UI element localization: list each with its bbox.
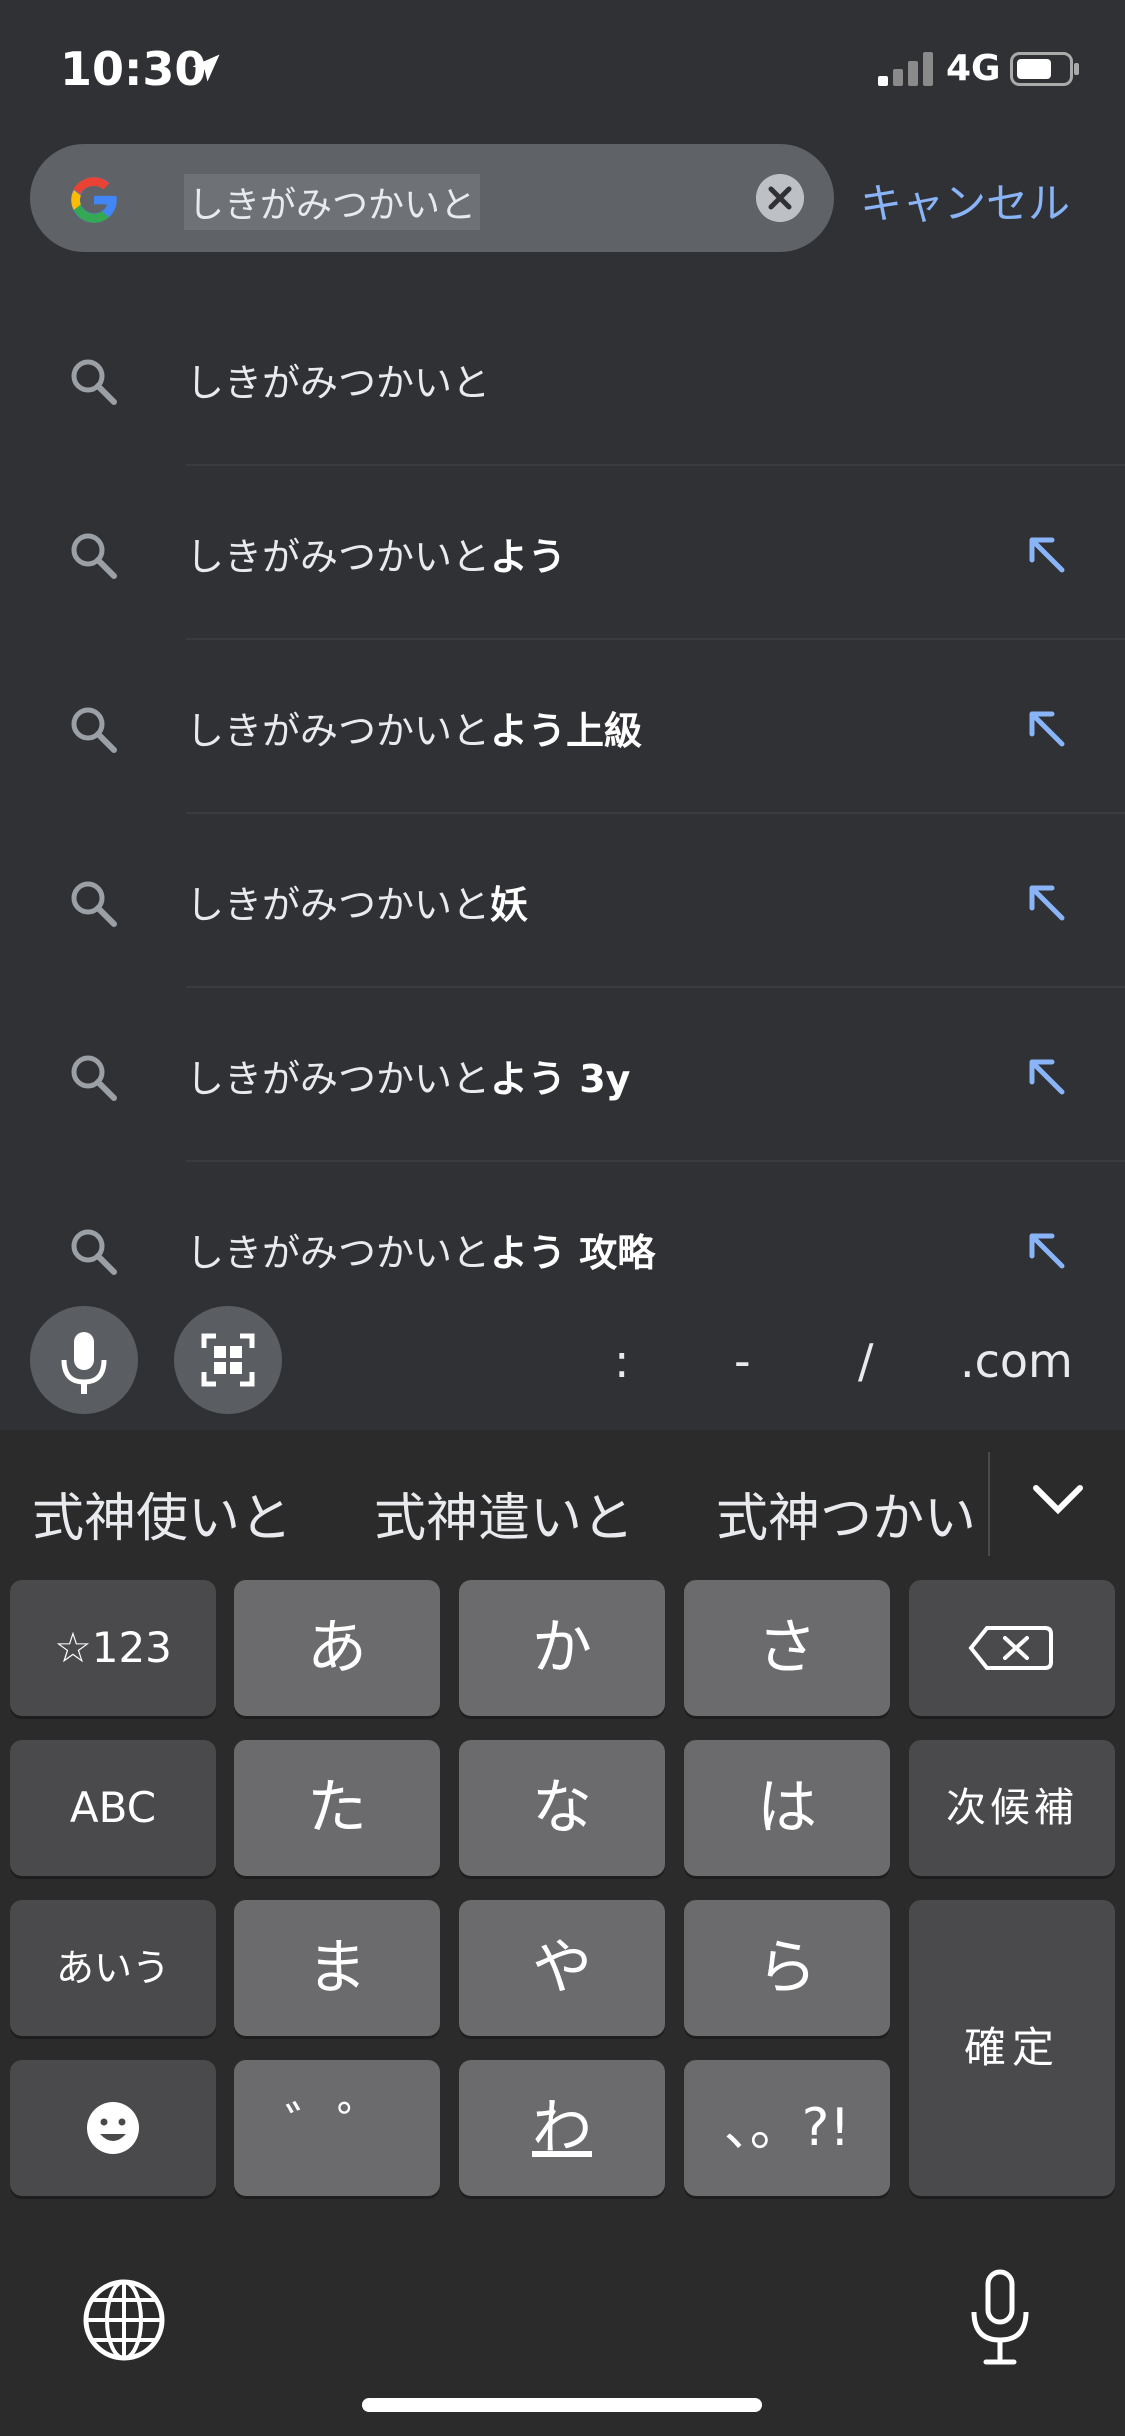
suggestion-item[interactable]: しきがみつかいと — [0, 292, 1125, 466]
key-label: ☆123 — [54, 1623, 172, 1672]
candidate-bar: 式神使いと 式神遣いと 式神つかい — [0, 1430, 1125, 1580]
abc-key[interactable]: ABC — [10, 1740, 216, 1876]
lens-scan-button[interactable] — [174, 1306, 282, 1414]
network-type: 4G — [946, 48, 1001, 89]
keyboard: 式神使いと 式神遣いと 式神つかい ☆123 あ か さ ABC た な は 次… — [0, 1430, 1125, 2436]
status-time: 10:30 — [60, 42, 207, 96]
suggestion-item[interactable]: しきがみつかいとよう — [0, 466, 1125, 640]
status-bar: 10:30 4G — [0, 0, 1125, 140]
arrow-up-left-icon[interactable] — [1022, 1226, 1070, 1274]
backspace-icon — [968, 1626, 1053, 1670]
voice-search-button[interactable] — [30, 1306, 138, 1414]
key-label: は — [757, 1773, 817, 1843]
slash-key[interactable]: / — [858, 1334, 874, 1388]
suggestion-item[interactable]: しきがみつかいとよう 攻略 — [0, 1162, 1125, 1292]
key-label: な — [532, 1773, 592, 1843]
key-sa[interactable]: さ — [684, 1580, 890, 1716]
key-ha[interactable]: は — [684, 1740, 890, 1876]
next-candidate-key[interactable]: 次候補 — [909, 1740, 1115, 1876]
key-a[interactable]: あ — [234, 1580, 440, 1716]
mic-icon — [61, 1332, 107, 1394]
arrow-up-left-icon[interactable] — [1022, 530, 1070, 578]
search-icon — [71, 1055, 117, 1101]
candidate-item[interactable]: 式神遣いと — [374, 1476, 634, 1551]
clear-icon[interactable] — [756, 174, 804, 222]
key-ya[interactable]: や — [459, 1900, 665, 2036]
dotcom-key[interactable]: .com — [960, 1334, 1073, 1388]
suggestion-text: しきがみつかいとよう 攻略 — [186, 1231, 656, 1275]
key-label: あ — [307, 1613, 367, 1683]
backspace-key[interactable] — [909, 1580, 1115, 1716]
key-label: や — [532, 1933, 592, 2003]
divider — [988, 1452, 990, 1556]
key-label: た — [307, 1773, 367, 1843]
candidate-item[interactable]: 式神つかい — [716, 1476, 976, 1551]
key-ra[interactable]: ら — [684, 1900, 890, 2036]
suggestion-item[interactable]: しきがみつかいとよう 3y — [0, 988, 1125, 1162]
key-label: ま — [307, 1933, 367, 2003]
emoji-key[interactable] — [10, 2060, 216, 2196]
key-label: 、。?! — [723, 2098, 851, 2158]
candidate-item[interactable]: 式神使いと — [32, 1476, 292, 1551]
suggestion-text: しきがみつかいと妖 — [186, 883, 529, 927]
search-input[interactable]: しきがみつかいと — [184, 174, 481, 230]
home-indicator[interactable] — [362, 2398, 762, 2412]
search-icon — [71, 707, 117, 753]
arrow-up-left-icon[interactable] — [1022, 1052, 1070, 1100]
key-label: 確定 — [963, 2023, 1060, 2072]
kana-mode-key[interactable]: あいう — [10, 1900, 216, 2036]
suggestion-text: しきがみつかいとよう — [186, 535, 567, 579]
suggestion-text: しきがみつかいと — [186, 361, 491, 405]
battery-icon — [1010, 52, 1079, 86]
key-label: ABC — [69, 1783, 157, 1832]
key-label: さ — [757, 1613, 817, 1683]
key-label: あいう — [55, 1946, 170, 1990]
chevron-down-icon[interactable] — [1032, 1480, 1084, 1520]
dash-key[interactable]: - — [734, 1334, 751, 1388]
cancel-button[interactable]: キャンセル — [860, 170, 1070, 231]
confirm-key[interactable]: 確定 — [909, 1900, 1115, 2196]
keyboard-accessory-bar: : - / .com — [0, 1290, 1125, 1430]
emoji-icon — [87, 2102, 139, 2154]
key-label: か — [532, 1613, 592, 1683]
search-icon — [71, 881, 117, 927]
suggestion-text: しきがみつかいとよう 3y — [186, 1057, 631, 1101]
suggestion-item[interactable]: しきがみつかいと妖 — [0, 814, 1125, 988]
dictation-mic-icon[interactable] — [968, 2268, 1032, 2368]
globe-icon[interactable] — [82, 2278, 166, 2362]
search-bar[interactable]: しきがみつかいと — [30, 144, 834, 252]
location-arrow-icon — [192, 54, 220, 82]
key-label: ら — [757, 1933, 817, 2003]
colon-key[interactable]: : — [614, 1334, 630, 1388]
signal-icon — [878, 52, 933, 86]
arrow-up-left-icon[interactable] — [1022, 704, 1070, 752]
search-icon — [71, 1229, 117, 1275]
search-icon — [71, 359, 117, 405]
google-logo — [71, 177, 117, 223]
key-na[interactable]: な — [459, 1740, 665, 1876]
suggestion-text: しきがみつかいとよう上級 — [186, 709, 643, 753]
key-ma[interactable]: ま — [234, 1900, 440, 2036]
symbols-key[interactable]: ☆123 — [10, 1580, 216, 1716]
suggestion-item[interactable]: しきがみつかいとよう上級 — [0, 640, 1125, 814]
key-label: ゛゜ — [284, 2098, 389, 2158]
arrow-up-left-icon[interactable] — [1022, 878, 1070, 926]
key-ta[interactable]: た — [234, 1740, 440, 1876]
qr-scan-icon — [201, 1333, 255, 1387]
key-label: わ — [532, 2093, 592, 2163]
key-ka[interactable]: か — [459, 1580, 665, 1716]
dakuten-key[interactable]: ゛゜ — [234, 2060, 440, 2196]
search-icon — [71, 533, 117, 579]
suggestion-list: しきがみつかいと しきがみつかいとよう しきがみつかいとよう上級 しきがみつかい… — [0, 292, 1125, 1292]
key-label: 次候補 — [946, 1785, 1078, 1831]
key-wa[interactable]: わ — [459, 2060, 665, 2196]
punctuation-key[interactable]: 、。?! — [684, 2060, 890, 2196]
